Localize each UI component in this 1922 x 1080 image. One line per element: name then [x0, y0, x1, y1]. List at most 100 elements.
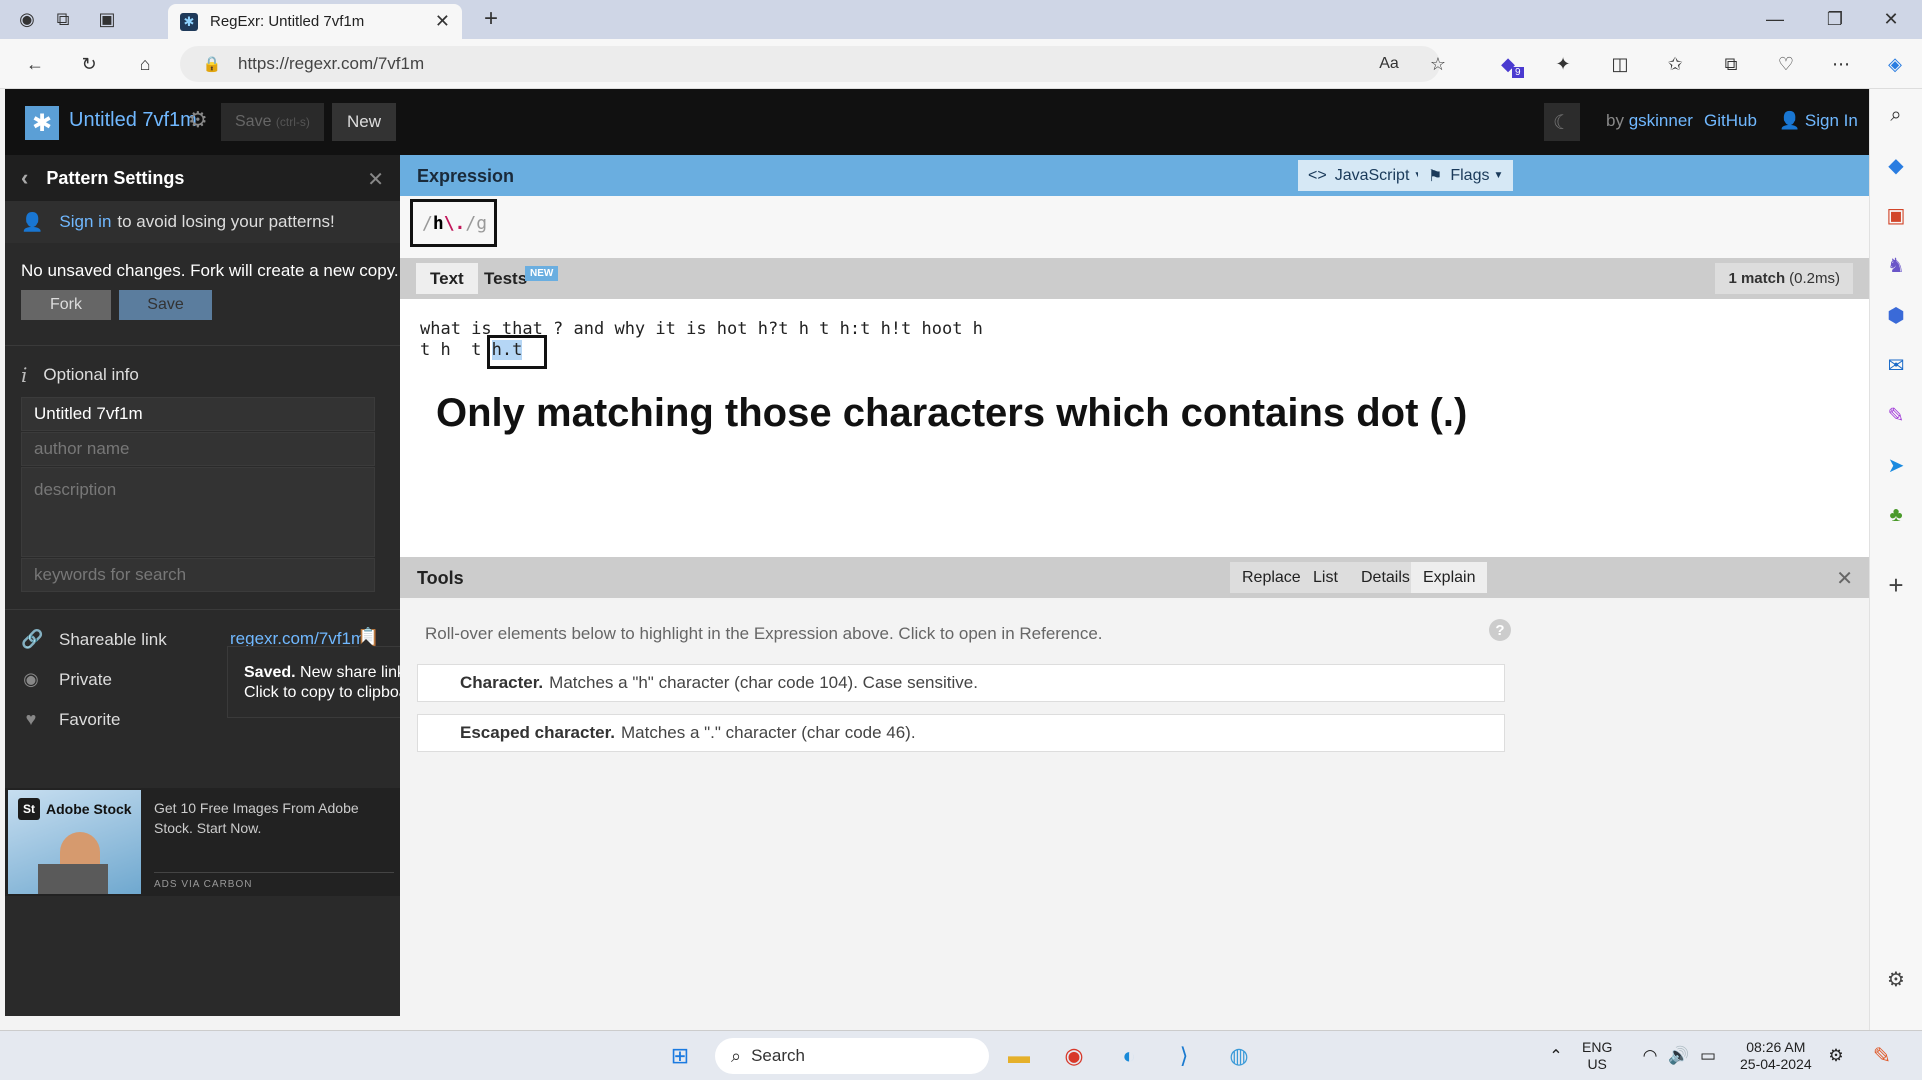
- explain-row[interactable]: Escaped character. Matches a "." characte…: [417, 714, 1505, 752]
- back-icon[interactable]: ←: [20, 49, 50, 79]
- outlook-icon[interactable]: ✉: [1882, 351, 1910, 379]
- author-name-field[interactable]: author name: [21, 432, 375, 466]
- edge-icon[interactable]: ◐: [1113, 1040, 1145, 1072]
- close-icon[interactable]: ✕: [367, 167, 384, 192]
- favorite-row[interactable]: ♥ Favorite: [21, 709, 121, 730]
- keywords-field[interactable]: keywords for search: [21, 558, 375, 592]
- browser-essentials-icon[interactable]: ♡: [1771, 49, 1801, 79]
- close-tools-icon[interactable]: ✕: [1836, 566, 1853, 591]
- lang-top: ENG: [1582, 1039, 1613, 1055]
- read-aloud-icon[interactable]: Aa: [1374, 49, 1404, 79]
- more-menu-icon[interactable]: ⋯: [1826, 49, 1856, 79]
- minimize-icon[interactable]: —: [1760, 4, 1790, 34]
- lock-icon[interactable]: 🔒: [197, 49, 227, 79]
- tool-explain-button[interactable]: Explain: [1411, 562, 1488, 593]
- tab-actions-icon[interactable]: ▣: [92, 4, 122, 34]
- private-row[interactable]: ◉ Private: [21, 669, 112, 690]
- shopping-tag-icon[interactable]: ◆: [1882, 151, 1910, 179]
- collections-icon[interactable]: ⧉: [1716, 49, 1746, 79]
- tree-icon[interactable]: ♣: [1882, 501, 1910, 529]
- explain-row[interactable]: Character. Matches a "h" character (char …: [417, 664, 1505, 702]
- language-dropdown[interactable]: <> JavaScript ▼: [1298, 160, 1434, 191]
- refresh-icon[interactable]: ↻: [74, 49, 104, 79]
- sidebar-save-button[interactable]: Save: [119, 290, 212, 320]
- notification-icon[interactable]: ⚙: [1820, 1040, 1852, 1072]
- add-icon[interactable]: +: [1882, 570, 1910, 600]
- taskbar-search[interactable]: ⌕ Search: [715, 1038, 989, 1074]
- tool-list-button[interactable]: List: [1301, 562, 1350, 593]
- windows-taskbar: ⊞ ⌕ Search ▬ ◉ ◐ ⟩ ◍ ⌃ ENG US ◠ 🔊 ▭ 08:26…: [0, 1030, 1922, 1080]
- microsoft-365-icon[interactable]: ⬢: [1882, 301, 1910, 329]
- author-link[interactable]: gskinner: [1629, 111, 1693, 130]
- send-icon[interactable]: ➤: [1882, 451, 1910, 479]
- document-title[interactable]: Untitled 7vf1m: [69, 109, 197, 132]
- sign-in-link[interactable]: Sign in: [59, 212, 111, 232]
- shareable-link-label: Shareable link: [59, 629, 167, 649]
- pen-icon[interactable]: ✎: [1866, 1040, 1898, 1072]
- char-token: h: [432, 212, 444, 234]
- link-icon: 🔗: [21, 629, 44, 649]
- user-icon: 👤: [1779, 111, 1801, 130]
- expression-input[interactable]: / h \./g: [410, 199, 497, 247]
- settings-gear-icon[interactable]: ⚙: [1882, 965, 1910, 993]
- split-screen-icon[interactable]: ◫: [1605, 49, 1635, 79]
- close-delimiter-flags: /g: [465, 212, 488, 234]
- text-tabs-row: Text Tests NEW 1 match (0.2ms): [400, 258, 1869, 299]
- dark-mode-toggle-icon[interactable]: ☾: [1544, 103, 1580, 141]
- home-icon[interactable]: ⌂: [130, 49, 160, 79]
- windows-start-icon[interactable]: ⊞: [664, 1040, 696, 1072]
- github-link[interactable]: GitHub: [1704, 111, 1757, 131]
- browser-tab[interactable]: ✱ RegExr: Untitled 7vf1m ✕: [168, 4, 462, 39]
- carbon-ad[interactable]: St Adobe Stock Get 10 Free Images From Ad…: [5, 788, 400, 896]
- copilot-icon[interactable]: ◈: [1880, 49, 1910, 79]
- favorites-icon[interactable]: ✩: [1660, 49, 1690, 79]
- tools-briefcase-icon[interactable]: ▣: [1882, 201, 1910, 229]
- new-tab-icon[interactable]: +: [476, 4, 506, 34]
- regexr-logo-icon[interactable]: ✱: [25, 106, 59, 140]
- close-window-icon[interactable]: ✕: [1876, 4, 1906, 34]
- help-icon[interactable]: ?: [1489, 619, 1511, 641]
- battery-icon[interactable]: ▭: [1692, 1040, 1724, 1072]
- volume-icon[interactable]: 🔊: [1663, 1040, 1695, 1072]
- close-tab-icon[interactable]: ✕: [435, 11, 450, 32]
- ads-via-carbon[interactable]: ADS VIA CARBON: [154, 872, 394, 890]
- wifi-icon[interactable]: ◠: [1634, 1040, 1666, 1072]
- sign-in-link[interactable]: 👤 Sign In: [1779, 111, 1858, 131]
- browser-tab-bar: ◉ ⧉ ▣ ✱ RegExr: Untitled 7vf1m ✕ + — ❐ ✕: [0, 0, 1922, 39]
- extensions-puzzle-icon[interactable]: ✦: [1548, 49, 1578, 79]
- save-button[interactable]: Save (ctrl-s): [221, 103, 324, 141]
- tab-text[interactable]: Text: [416, 263, 478, 294]
- expression-editor[interactable]: / h \./g: [400, 196, 1869, 258]
- restore-icon[interactable]: ❐: [1820, 4, 1850, 34]
- shareable-link-row[interactable]: 🔗 Shareable link: [21, 629, 167, 650]
- fork-button[interactable]: Fork: [21, 290, 111, 320]
- search-icon[interactable]: ⌕: [1882, 101, 1910, 129]
- designer-icon[interactable]: ✎: [1882, 401, 1910, 429]
- clock[interactable]: 08:26 AM 25-04-2024: [1740, 1039, 1812, 1073]
- workspaces-icon[interactable]: ⧉: [48, 4, 78, 34]
- favorite-star-icon[interactable]: ☆: [1423, 49, 1453, 79]
- language-indicator[interactable]: ENG US: [1582, 1039, 1612, 1073]
- test-text-area[interactable]: what is that ? and why it is hot h?t h t…: [400, 299, 1869, 557]
- flags-dropdown[interactable]: ⚑ Flags ▼: [1418, 160, 1514, 191]
- description-field[interactable]: description: [21, 467, 375, 557]
- chrome-icon[interactable]: ◉: [1058, 1040, 1090, 1072]
- settings-gear-icon[interactable]: ⚙: [188, 107, 208, 133]
- ad-laptop-illustration: [38, 864, 108, 894]
- ad-image: St Adobe Stock: [8, 790, 141, 894]
- app-icon[interactable]: ◍: [1223, 1040, 1255, 1072]
- profile-avatar-icon[interactable]: ◉: [12, 4, 42, 34]
- new-button[interactable]: New: [332, 103, 397, 141]
- show-hidden-icons-chevron[interactable]: ⌃: [1540, 1040, 1572, 1072]
- open-delimiter: /: [422, 212, 433, 234]
- title-field[interactable]: Untitled 7vf1m: [21, 397, 375, 431]
- back-chevron-icon[interactable]: ‹: [21, 165, 28, 191]
- tooltip-bold: Saved.: [244, 664, 296, 681]
- explain-hint: Roll-over elements below to highlight in…: [425, 624, 1103, 643]
- vscode-icon[interactable]: ⟩: [1168, 1040, 1200, 1072]
- ad-text[interactable]: Get 10 Free Images From Adobe Stock. Sta…: [154, 798, 389, 838]
- url-field[interactable]: https://regexr.com/7vf1m: [180, 46, 1440, 82]
- games-icon[interactable]: ♞: [1882, 251, 1910, 279]
- address-bar-row: ← ↻ ⌂ https://regexr.com/7vf1m 🔒 Aa ☆ ◆ …: [0, 39, 1922, 89]
- file-explorer-icon[interactable]: ▬: [1003, 1040, 1035, 1072]
